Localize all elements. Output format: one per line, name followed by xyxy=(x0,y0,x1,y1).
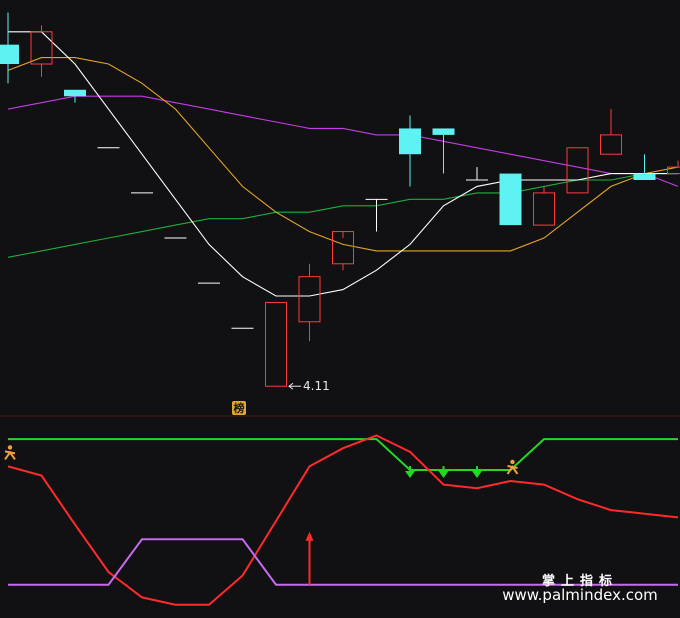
chart-stage: 4.11 榜 掌上指标 www.palmindex.com xyxy=(0,0,680,618)
candle xyxy=(499,173,522,226)
candle-body xyxy=(64,89,86,97)
runner-head xyxy=(510,459,515,465)
chart-background xyxy=(0,0,680,618)
candle-body xyxy=(432,128,455,135)
badge: 榜 xyxy=(232,401,246,415)
runner-head xyxy=(7,445,13,450)
low-price-label: 4.11 xyxy=(303,379,330,393)
badge-label: 榜 xyxy=(234,401,245,415)
candle-body xyxy=(0,44,19,64)
candle-body xyxy=(633,173,656,180)
candle-body xyxy=(499,173,522,226)
candle-body xyxy=(399,128,421,155)
watermark-url: www.palmindex.com xyxy=(502,586,658,604)
